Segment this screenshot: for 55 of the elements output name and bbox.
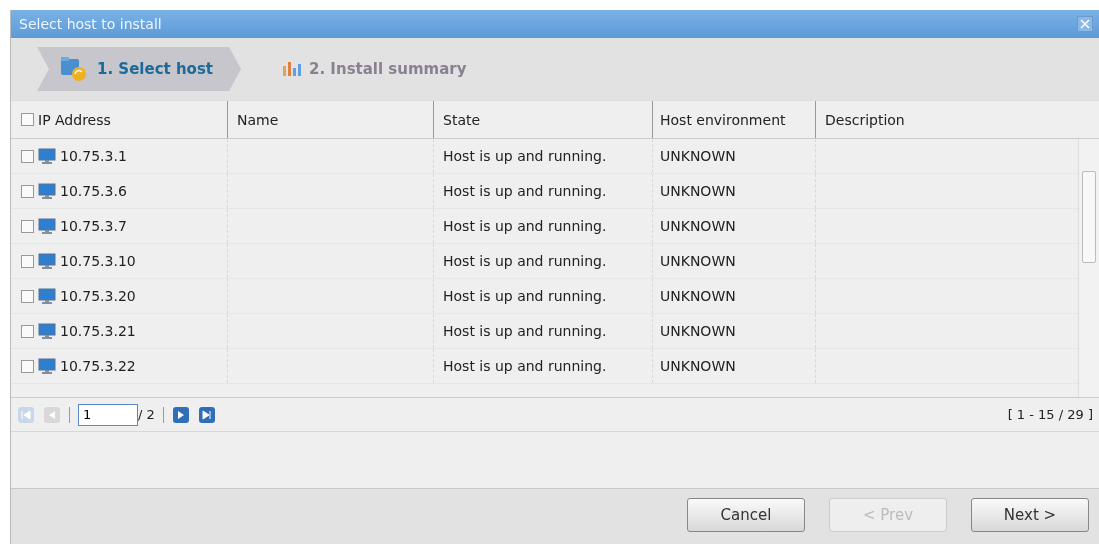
row-checkbox[interactable]: [21, 324, 34, 338]
select-all-checkbox[interactable]: [21, 113, 34, 126]
ip-address-cell: 10.75.3.6: [60, 183, 127, 199]
column-header[interactable]: State: [434, 101, 653, 138]
wizard-button[interactable]: Cancel: [687, 497, 805, 532]
environment-cell: UNKNOWN: [653, 174, 816, 208]
state-cell: Host is up and running.: [434, 209, 653, 243]
environment-cell: UNKNOWN: [653, 244, 816, 278]
state-cell: Host is up and running.: [434, 349, 653, 383]
environment-cell: UNKNOWN: [653, 139, 816, 173]
monitor-icon: [38, 182, 56, 200]
environment-cell: UNKNOWN: [653, 209, 816, 243]
monitor-icon: [38, 287, 56, 305]
record-range: [ 1 - 15 / 29 ]: [1007, 407, 1093, 422]
column-header[interactable]: Description: [816, 101, 1078, 138]
ip-address-cell: 10.75.3.1: [60, 148, 127, 164]
ip-address-cell: 10.75.3.21: [60, 323, 136, 339]
row-checkbox[interactable]: [21, 219, 34, 233]
state-cell: Host is up and running.: [434, 279, 653, 313]
state-cell: Host is up and running.: [434, 244, 653, 278]
bar-chart-icon: [283, 62, 301, 76]
environment-cell: UNKNOWN: [653, 349, 816, 383]
row-checkbox[interactable]: [21, 289, 34, 303]
ip-address-cell: 10.75.3.10: [60, 253, 136, 269]
monitor-icon: [38, 252, 56, 270]
environment-cell: UNKNOWN: [653, 314, 816, 348]
vertical-scrollbar[interactable]: [1078, 139, 1099, 397]
monitor-icon: [38, 322, 56, 340]
page-total: / 2: [138, 407, 155, 422]
folder-sync-icon: [59, 55, 89, 83]
row-checkbox[interactable]: [21, 149, 34, 163]
column-header[interactable]: Host environment: [653, 101, 816, 138]
next-page-icon[interactable]: [171, 405, 190, 424]
row-checkbox[interactable]: [21, 359, 34, 373]
previous-page-icon[interactable]: [43, 405, 61, 424]
close-button[interactable]: [1077, 16, 1093, 32]
state-cell: Host is up and running.: [434, 314, 653, 348]
wizard-button[interactable]: Next >: [971, 497, 1089, 532]
ip-address-cell: 10.75.3.7: [60, 218, 127, 234]
page-number-field[interactable]: 1: [78, 403, 138, 426]
state-cell: Host is up and running.: [434, 174, 653, 208]
window-title: Select host to install: [19, 16, 162, 32]
ip-address-cell: 10.75.3.22: [60, 358, 136, 374]
row-checkbox[interactable]: [21, 254, 34, 268]
monitor-icon: [38, 357, 56, 375]
ip-address-cell: 10.75.3.20: [60, 288, 136, 304]
column-header[interactable]: Name: [228, 101, 434, 138]
row-checkbox[interactable]: [21, 184, 34, 198]
last-page-icon[interactable]: [197, 405, 216, 424]
state-cell: Host is up and running.: [434, 139, 653, 173]
first-page-icon[interactable]: [17, 405, 35, 424]
environment-cell: UNKNOWN: [653, 279, 816, 313]
column-header[interactable]: IP Address: [38, 111, 111, 128]
monitor-icon: [38, 217, 56, 235]
monitor-icon: [38, 147, 56, 165]
